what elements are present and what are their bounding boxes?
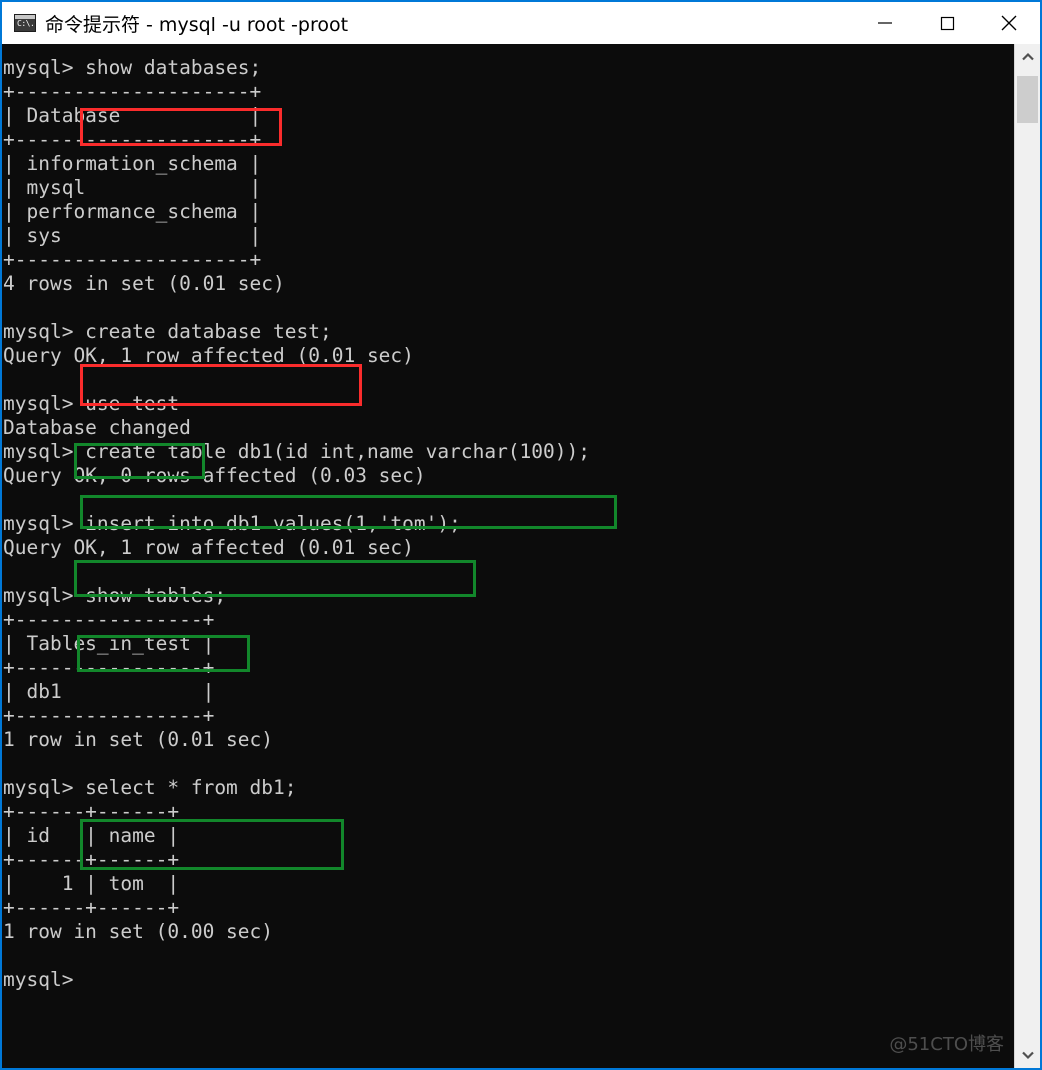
command-prompt-window: C:\. 命令提示符 - mysql -u root -proot mysql>… (0, 0, 1042, 1070)
terminal-line: 1 row in set (0.00 sec) (3, 920, 274, 943)
minimize-icon (878, 22, 892, 24)
terminal-line: +----------------+ (3, 608, 215, 631)
terminal-line: +------+------+ (3, 848, 180, 871)
terminal-line: | id | name | (3, 824, 180, 847)
terminal-text: mysql> show databases; +-----------------… (2, 44, 1014, 1068)
close-button[interactable] (978, 2, 1040, 44)
chevron-up-icon (1021, 52, 1034, 61)
terminal-line: mysql> show databases; (3, 56, 262, 79)
terminal-line: | information_schema | (3, 152, 262, 175)
window-controls (854, 2, 1040, 44)
vertical-scrollbar[interactable] (1014, 44, 1040, 1068)
terminal-line: | 1 | tom | (3, 872, 180, 895)
title-bar-left: C:\. 命令提示符 - mysql -u root -proot (2, 10, 854, 37)
cmd-icon-prompt-glyph: C:\. (17, 19, 35, 28)
scroll-up-button[interactable] (1015, 44, 1040, 70)
maximize-button[interactable] (916, 2, 978, 44)
chevron-down-icon (1021, 1051, 1034, 1060)
terminal-line: | sys | (3, 224, 262, 247)
terminal-line: 1 row in set (0.01 sec) (3, 728, 274, 751)
window-title: 命令提示符 - mysql -u root -proot (45, 13, 349, 36)
terminal-line: | mysql | (3, 176, 262, 199)
terminal-line: Query OK, 1 row affected (0.01 sec) (3, 344, 414, 367)
terminal-line: +------+------+ (3, 800, 180, 823)
terminal-line: Database changed (3, 416, 191, 439)
terminal-line: +----------------+ (3, 656, 215, 679)
terminal-line: +----------------+ (3, 704, 215, 727)
terminal-line: mysql> create database test; (3, 320, 332, 343)
terminal-line: mysql> create table db1(id int,name varc… (3, 440, 590, 463)
maximize-icon (940, 16, 955, 31)
terminal-line: | performance_schema | (3, 200, 262, 223)
console-output-area[interactable]: mysql> show databases; +-----------------… (2, 44, 1040, 1068)
watermark: @51CTO博客 (889, 1034, 1004, 1055)
terminal-line: | Database | (3, 104, 262, 127)
close-icon (1001, 15, 1017, 31)
terminal-line: 4 rows in set (0.01 sec) (3, 272, 285, 295)
terminal-line: +--------------------+ (3, 248, 262, 271)
terminal-line: | db1 | (3, 680, 215, 703)
scrollbar-thumb[interactable] (1017, 76, 1038, 123)
terminal-line: Query OK, 0 rows affected (0.03 sec) (3, 464, 426, 487)
title-bar[interactable]: C:\. 命令提示符 - mysql -u root -proot (2, 2, 1040, 44)
terminal-line: | Tables_in_test | (3, 632, 215, 655)
terminal-line: +------+------+ (3, 896, 180, 919)
terminal-line: mysql> select * from db1; (3, 776, 297, 799)
cmd-icon: C:\. (14, 14, 36, 32)
terminal-line: mysql> (3, 968, 74, 991)
scroll-down-button[interactable] (1015, 1042, 1040, 1068)
terminal-line: +--------------------+ (3, 80, 262, 103)
terminal-line: mysql> show tables; (3, 584, 227, 607)
terminal-line: mysql> use test (3, 392, 180, 415)
terminal-line: +--------------------+ (3, 128, 262, 151)
terminal-line: mysql> insert into db1 values(1,'tom'); (3, 512, 461, 535)
minimize-button[interactable] (854, 2, 916, 44)
terminal-line: Query OK, 1 row affected (0.01 sec) (3, 536, 414, 559)
